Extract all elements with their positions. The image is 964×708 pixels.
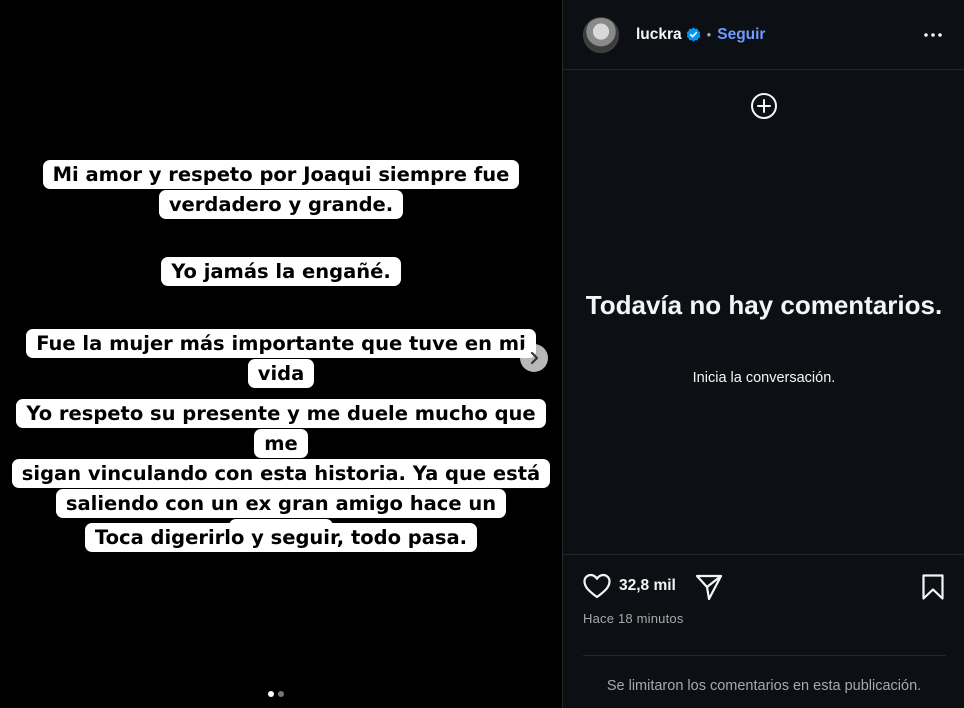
story-text-line: Yo jamás la engañé. [21, 257, 541, 287]
story-text: Yo jamás la engañé. [161, 257, 401, 286]
post-timestamp[interactable]: Hace 18 minutos [583, 611, 684, 626]
story-text: Toca digerirlo y seguir, todo pasa. [84, 523, 478, 552]
add-circle-icon[interactable] [750, 92, 778, 120]
bookmark-icon[interactable] [921, 573, 945, 601]
story-text: Mi amor y respeto por Joaqui siempre fue… [42, 160, 520, 219]
carousel-dot-active [268, 691, 274, 697]
story-text: Fue la mujer más importante que tuve en … [26, 329, 536, 388]
separator-dot: • [706, 27, 712, 42]
share-icon[interactable] [694, 572, 724, 602]
comments-limited-note: Se limitaron los comentarios en esta pub… [606, 678, 922, 694]
carousel-dots [268, 691, 284, 697]
story-text-line: Mi amor y respeto por Joaqui siempre fue… [21, 160, 541, 220]
verified-icon [686, 27, 700, 42]
heart-icon[interactable] [582, 572, 612, 600]
carousel-dot [278, 691, 284, 697]
post-media: Mi amor y respeto por Joaqui siempre fue… [0, 0, 562, 708]
more-icon[interactable] [923, 26, 943, 44]
comments-panel: luckra • Seguir Todavía no hay comentari… [562, 0, 964, 708]
divider [583, 655, 946, 656]
empty-comments-subtitle: Inicia la conversación. [692, 370, 836, 386]
next-slide-button[interactable] [520, 344, 548, 372]
post-actions: 32,8 mil Hace 18 minutos [563, 554, 964, 656]
username-link[interactable]: luckra [636, 26, 682, 44]
story-text-line: Fue la mujer más importante que tuve en … [11, 329, 551, 389]
chevron-right-icon [530, 351, 539, 365]
follow-button[interactable]: Seguir [717, 26, 765, 44]
empty-comments-title: Todavía no hay comentarios. [585, 290, 943, 320]
post-header: luckra • Seguir [563, 0, 964, 70]
avatar[interactable] [583, 16, 619, 53]
likes-count[interactable]: 32,8 mil [619, 577, 676, 595]
story-text-line: Toca digerirlo y seguir, todo pasa. [21, 523, 541, 553]
